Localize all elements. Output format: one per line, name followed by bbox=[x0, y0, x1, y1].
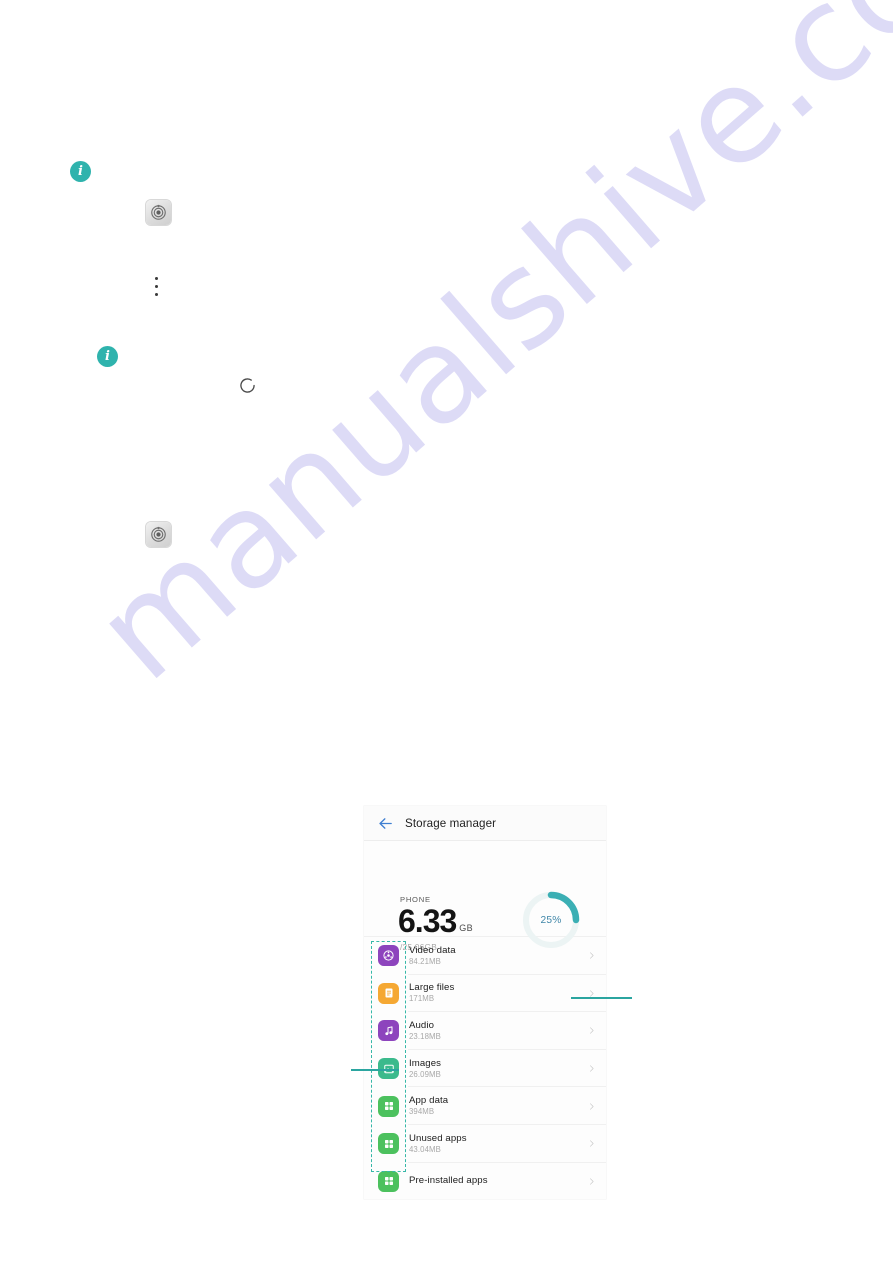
list-item[interactable]: Images 26.09MB bbox=[364, 1050, 606, 1088]
gear-icon bbox=[151, 204, 166, 220]
list-item-texts: Video data 84.21MB bbox=[409, 945, 587, 967]
list-item-size: 26.09MB bbox=[409, 1069, 441, 1079]
list-item-name: Pre-installed apps bbox=[409, 1175, 488, 1187]
used-value: 6.33 bbox=[398, 903, 457, 939]
grid-apps-glyph bbox=[384, 1177, 393, 1186]
list-item[interactable]: Audio 23.18MB bbox=[364, 1012, 606, 1050]
list-item-texts: Unused apps 43.04MB bbox=[409, 1133, 587, 1155]
page-title: Storage manager bbox=[405, 816, 497, 830]
music-note-icon bbox=[378, 1020, 399, 1042]
chevron-right-icon[interactable] bbox=[587, 1026, 596, 1035]
grid-apps-glyph bbox=[384, 1139, 393, 1148]
info-badge-2: i bbox=[97, 346, 118, 367]
settings-tile-1 bbox=[146, 200, 171, 225]
list-item[interactable]: Pre-installed apps bbox=[364, 1163, 606, 1199]
list-item-name: App data bbox=[409, 1095, 449, 1107]
list-item-name: Audio bbox=[409, 1019, 435, 1031]
grid-apps-icon bbox=[378, 1095, 399, 1117]
chevron-right-icon[interactable] bbox=[587, 1139, 596, 1148]
list-item-name: Video data bbox=[409, 944, 456, 956]
film-reel-glyph bbox=[383, 950, 394, 961]
overflow-menu-dots bbox=[155, 277, 159, 296]
chevron-right-icon[interactable] bbox=[587, 1177, 596, 1186]
watermark-text: manualshive.com bbox=[67, 0, 893, 711]
document-glyph bbox=[385, 988, 392, 998]
film-reel-icon bbox=[378, 945, 399, 967]
list-item-size: 23.18MB bbox=[409, 1031, 441, 1041]
list-item-size: 171MB bbox=[409, 994, 435, 1004]
kebab-icon bbox=[155, 277, 159, 296]
list-item-name: Images bbox=[409, 1057, 442, 1069]
info-badge-1-glyph: i bbox=[78, 164, 83, 179]
gear-icon bbox=[151, 526, 166, 542]
used-amount: 6.33 GB bbox=[398, 905, 473, 937]
list-item[interactable]: App data 394MB bbox=[364, 1087, 606, 1125]
list-item-size: 43.04MB bbox=[409, 1144, 441, 1154]
storage-summary: PHONE 6.33 GB /25.06GB 25% bbox=[364, 841, 606, 952]
music-note-glyph bbox=[384, 1026, 392, 1036]
document-icon bbox=[378, 982, 399, 1004]
phone-screenshot: Storage manager PHONE 6.33 GB /25.06GB 2… bbox=[364, 806, 606, 1199]
back-arrow-icon[interactable] bbox=[377, 815, 394, 832]
settings-tile-2 bbox=[146, 522, 171, 547]
callout-line-large-files bbox=[571, 997, 632, 999]
list-item-size: 394MB bbox=[409, 1107, 435, 1117]
list-item-size: 84.21MB bbox=[409, 956, 441, 966]
list-item-texts: App data 394MB bbox=[409, 1095, 587, 1117]
grid-apps-icon bbox=[378, 1170, 399, 1192]
chevron-right-icon[interactable] bbox=[587, 1064, 596, 1073]
used-unit: GB bbox=[459, 923, 473, 933]
refresh-ring-icon bbox=[240, 378, 255, 393]
cleanup-spinner-icon bbox=[238, 376, 257, 395]
info-badge-2-glyph: i bbox=[105, 349, 110, 364]
chevron-right-icon[interactable] bbox=[587, 1102, 596, 1111]
chevron-right-icon[interactable] bbox=[587, 951, 596, 960]
list-item-texts: Pre-installed apps bbox=[409, 1175, 587, 1187]
list-item-texts: Large files 171MB bbox=[409, 982, 587, 1004]
info-badge-1: i bbox=[70, 161, 91, 182]
manual-page: manualshive.com i i Storage manager PHON… bbox=[0, 0, 893, 1263]
category-list: Video data 84.21MB Large files 171MB Aud… bbox=[364, 937, 606, 1199]
grid-apps-icon bbox=[378, 1133, 399, 1155]
list-item-texts: Images 26.09MB bbox=[409, 1058, 587, 1080]
list-item[interactable]: Video data 84.21MB bbox=[364, 937, 606, 975]
callout-line-images bbox=[351, 1069, 399, 1071]
list-item-texts: Audio 23.18MB bbox=[409, 1020, 587, 1042]
grid-apps-glyph bbox=[384, 1102, 393, 1111]
list-item-name: Large files bbox=[409, 982, 455, 994]
list-item[interactable]: Large files 171MB bbox=[364, 975, 606, 1013]
list-item-name: Unused apps bbox=[409, 1132, 467, 1144]
list-item[interactable]: Unused apps 43.04MB bbox=[364, 1125, 606, 1163]
app-bar: Storage manager bbox=[364, 806, 606, 841]
